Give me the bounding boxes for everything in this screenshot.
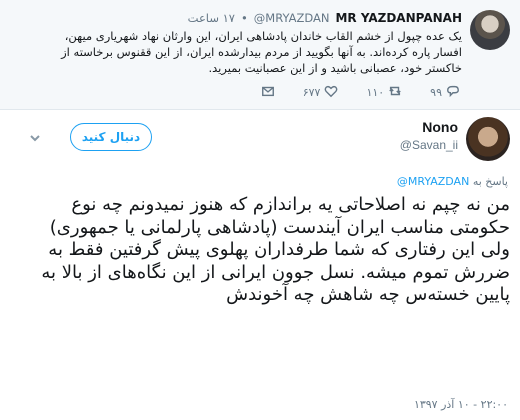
- reply-icon: [446, 84, 460, 101]
- quoted-header: ۱۷ ساعت • @MRYAZDAN MR YAZDANPANAH: [188, 11, 462, 25]
- mail-icon: [261, 84, 275, 101]
- quoted-text: یک عده چپول از خشم القاب خاندان پادشاهی …: [61, 29, 462, 75]
- quoted-actions: ۹۹ ۱۱۰ ۶۷۷: [261, 84, 460, 101]
- quoted-display-name[interactable]: MR YAZDANPANAH: [335, 11, 462, 25]
- reply-to-line: پاسخ به @MRYAZDAN: [397, 175, 508, 188]
- retweet-count: ۱۱۰: [366, 86, 385, 99]
- reply-timestamp[interactable]: ۲۲:۰۰ - ۱۰ آذر ۱۳۹۷: [414, 398, 508, 411]
- reply-action[interactable]: ۹۹: [430, 84, 460, 101]
- reply-to-prefix: پاسخ به: [472, 175, 508, 188]
- quoted-handle[interactable]: @MRYAZDAN: [254, 11, 330, 25]
- quoted-time[interactable]: ۱۷ ساعت: [188, 11, 235, 25]
- retweet-action[interactable]: ۱۱۰: [366, 84, 402, 101]
- reply-count: ۹۹: [430, 86, 442, 99]
- chevron-down-icon[interactable]: [28, 130, 42, 144]
- retweet-icon: [388, 84, 402, 101]
- reply-display-name[interactable]: Nono: [422, 119, 458, 135]
- reply-to-mention[interactable]: @MRYAZDAN: [397, 175, 469, 188]
- dm-action[interactable]: [261, 84, 275, 101]
- quoted-separator: •: [240, 11, 248, 25]
- follow-button[interactable]: دنبال کنید: [70, 123, 152, 151]
- like-count: ۶۷۷: [302, 86, 321, 99]
- quoted-tweet[interactable]: ۱۷ ساعت • @MRYAZDAN MR YAZDANPANAH یک عد…: [0, 0, 520, 110]
- heart-icon: [324, 84, 338, 101]
- quoted-avatar[interactable]: [470, 10, 510, 50]
- reply-avatar[interactable]: [466, 117, 510, 161]
- reply-text: من نه چپم نه اصلاحاتی یه براندازم که هنو…: [41, 194, 510, 305]
- like-action[interactable]: ۶۷۷: [303, 84, 339, 101]
- reply-handle[interactable]: @Savan_ii: [400, 138, 458, 152]
